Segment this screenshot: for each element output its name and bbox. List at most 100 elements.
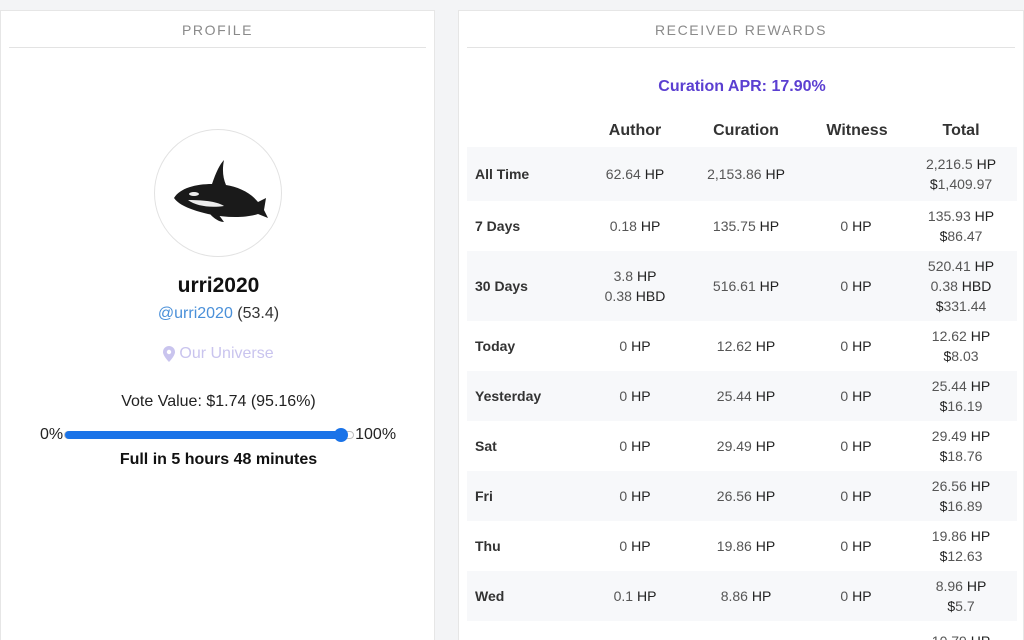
reward-value: 25.44 HP (716, 388, 776, 404)
handle-link[interactable]: @urri2020 (158, 305, 233, 322)
reward-row-label: 30 Days (475, 278, 528, 294)
reward-cell-witness: 0 HP (801, 521, 911, 571)
reward-cell-curation: 516.61 HP (691, 251, 801, 321)
reward-value: 520.41 HP (927, 258, 995, 274)
reward-value: $1,409.97 (929, 176, 993, 192)
slider-fill (65, 431, 342, 439)
reward-value: 0 HP (840, 438, 872, 454)
reward-cell-total: 10.79 HP (906, 621, 1016, 640)
reward-row-label: Today (475, 338, 516, 354)
reward-value: $12.63 (939, 548, 983, 564)
reward-cell-witness: 0 HP (801, 471, 911, 521)
reward-cell-curation: 12.62 HP (691, 321, 801, 371)
reward-cell-curation: 8.86 HP (691, 571, 801, 621)
reward-value: 19.86 HP (931, 528, 991, 544)
reward-value: 135.93 HP (927, 208, 995, 224)
handle-row: @urri2020 (53.4) (1, 305, 436, 323)
reward-value: 0 HP (840, 388, 872, 404)
reward-cell-witness (801, 147, 911, 201)
reward-cell-author: 0.18 HP (580, 201, 690, 251)
reward-row-label: Yesterday (475, 388, 542, 404)
reward-value: 0 HP (840, 488, 872, 504)
reward-value: 10.79 HP (932, 631, 990, 640)
reward-cell-witness: 0 HP (801, 421, 911, 471)
reward-value: 29.49 HP (931, 428, 991, 444)
reward-value: 2,216.5 HP (925, 156, 997, 172)
reward-value: 19.86 HP (716, 538, 776, 554)
reward-cell-total: 2,216.5 HP $1,409.97 (906, 147, 1016, 201)
reward-cell-witness: 0 HP (801, 201, 911, 251)
reward-value: 0 HP (619, 488, 651, 504)
reward-value: $86.47 (939, 228, 983, 244)
reward-value: 0 HP (619, 438, 651, 454)
profile-panel-title: PROFILE (9, 11, 426, 48)
reward-value: $5.7 (947, 598, 975, 614)
rewards-panel: RECEIVED REWARDS Curation APR: 17.90% Au… (458, 10, 1024, 640)
profile-panel: PROFILE urri2020 @urri2020 (53.4) Our Un… (0, 10, 435, 640)
reward-cell-total: 25.44 HP $16.19 (906, 371, 1016, 421)
username: urri2020 (177, 274, 260, 297)
reward-cell-witness: 0 HP (801, 571, 911, 621)
column-header-total: Total (942, 122, 980, 139)
reward-value: 12.62 HP (716, 338, 776, 354)
reward-value: 0 HP (840, 218, 872, 234)
reward-row-label: 7 Days (475, 218, 521, 234)
reward-cell-curation (691, 621, 801, 640)
reward-cell-total: 19.86 HP $12.63 (906, 521, 1016, 571)
reward-row: Yesterday 0 HP 25.44 HP 0 HP 25.44 HP $16.19 (467, 371, 1017, 421)
reward-row-label: Wed (475, 588, 505, 604)
reward-value: 26.56 HP (931, 478, 991, 494)
reward-row: 30 Days 3.8 HP 0.38 HBD 516.61 HP 0 HP 520.41… (467, 251, 1017, 321)
reward-cell-total: 520.41 HP 0.38 HBD $331.44 (906, 251, 1016, 321)
reward-row: Thu 0 HP 19.86 HP 0 HP 19.86 HP $12.63 (467, 521, 1017, 571)
reputation: (53.4) (237, 305, 280, 322)
reward-value: 2,153.86 HP (707, 166, 785, 182)
reward-value: 0 HP (840, 538, 872, 554)
reward-cell-author: 62.64 HP (580, 147, 690, 201)
reward-value: 3.8 HP (613, 268, 657, 284)
reward-row-label (475, 621, 585, 640)
reward-value: $18.76 (939, 448, 983, 464)
reward-cell-curation: 29.49 HP (691, 421, 801, 471)
reward-value: $331.44 (935, 298, 987, 314)
reward-value: 8.86 HP (720, 588, 772, 604)
reward-cell-total: 8.96 HP $5.7 (906, 571, 1016, 621)
vote-value: Vote Value: $1.74 (95.16%) (121, 393, 316, 410)
avatar[interactable] (154, 129, 282, 257)
orca-icon (174, 160, 268, 222)
column-header-author: Author (608, 122, 662, 139)
reward-row-label: Sat (475, 438, 497, 454)
reward-value: 0 HP (619, 388, 651, 404)
reward-value: 0.18 HP (609, 218, 661, 234)
location-row: Our Universe (1, 345, 436, 363)
map-pin-icon (163, 346, 176, 362)
reward-value: 0.38 HBD (604, 288, 666, 304)
reward-cell-witness: 0 HP (801, 251, 911, 321)
reward-value: 135.75 HP (712, 218, 780, 234)
reward-value: 0 HP (840, 338, 872, 354)
reward-value: $16.19 (939, 398, 983, 414)
rewards-panel-title: RECEIVED REWARDS (467, 11, 1015, 48)
reward-row: Sat 0 HP 29.49 HP 0 HP 29.49 HP $18.76 (467, 421, 1017, 471)
reward-cell-total: 12.62 HP $8.03 (906, 321, 1016, 371)
reward-cell-total: 135.93 HP $86.47 (906, 201, 1016, 251)
column-header-witness: Witness (826, 122, 888, 139)
reward-cell-author: 0 HP (580, 521, 690, 571)
reward-cell-author: 0 HP (580, 321, 690, 371)
location-text: Our Universe (179, 345, 274, 362)
reward-value: 0.1 HP (613, 588, 657, 604)
reward-cell-witness (801, 621, 911, 640)
reward-cell-curation: 2,153.86 HP (691, 147, 801, 201)
reward-cell-author: 0 HP (580, 471, 690, 521)
reward-row: 10.79 HP (467, 621, 1017, 640)
reward-cell-author: 3.8 HP 0.38 HBD (580, 251, 690, 321)
reward-cell-curation: 25.44 HP (691, 371, 801, 421)
reward-value: 0 HP (619, 538, 651, 554)
vote-weight-slider[interactable] (64, 428, 355, 442)
reward-row: 7 Days 0.18 HP 135.75 HP 0 HP 135.93 HP $86.4… (467, 201, 1017, 251)
reward-cell-curation: 135.75 HP (691, 201, 801, 251)
reward-cell-witness: 0 HP (801, 321, 911, 371)
reward-value: 0.38 HBD (930, 278, 992, 294)
reward-value: 25.44 HP (931, 378, 991, 394)
slider-thumb[interactable] (334, 428, 349, 442)
